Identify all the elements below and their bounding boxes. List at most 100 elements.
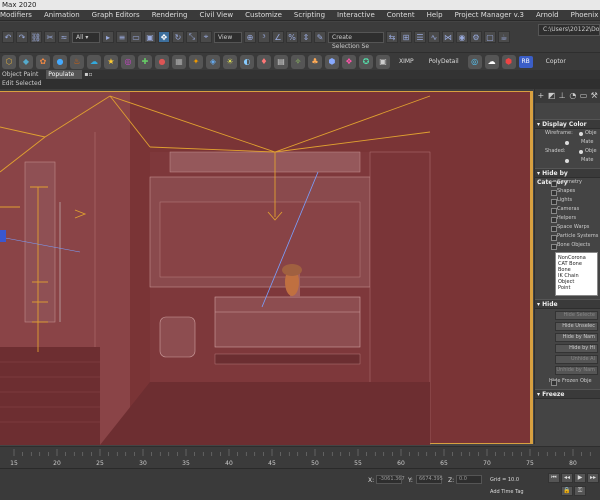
undo-icon[interactable]: ↶ [2, 31, 14, 43]
unhide-by-name-button[interactable]: Unhide by Nam [555, 366, 598, 375]
timeline[interactable]: 15 20 25 30 35 40 45 50 55 60 65 70 75 80 [0, 446, 600, 468]
plugin-icon-11[interactable]: ▦ [172, 54, 186, 69]
tab-object-paint[interactable]: Object Paint [0, 70, 46, 79]
plugin-icon-26[interactable]: ⬢ [501, 54, 516, 69]
category-list-item[interactable]: Point [558, 285, 595, 291]
plugin-icon-18[interactable]: ✧ [291, 54, 305, 69]
plugin-icon-20[interactable]: ⬢ [325, 54, 339, 69]
move-icon[interactable]: ✥ [158, 31, 170, 43]
select-by-name-icon[interactable]: ≡ [116, 31, 128, 43]
display-color-header[interactable]: ▾ Display Color [535, 119, 600, 129]
menu-item-rendering[interactable]: Rendering [148, 10, 196, 21]
next-frame-icon[interactable]: ▸▸ [587, 473, 599, 483]
category-geometry-checkbox[interactable]: Geometry [535, 178, 600, 187]
hide-by-category-header[interactable]: ▾ Hide by Category [535, 168, 600, 186]
plugin-icon-8[interactable]: ◎ [121, 54, 135, 69]
plugin-icon-17[interactable]: ▤ [274, 54, 288, 69]
menu-item-arnold[interactable]: Arnold [532, 10, 567, 21]
freeze-header[interactable]: ▾ Freeze [535, 389, 600, 399]
menu-item-phoenix-fd[interactable]: Phoenix FD [567, 10, 600, 21]
place-icon[interactable]: ⌖ [200, 31, 212, 43]
select-icon[interactable]: ▸ [102, 31, 114, 43]
utilities-tab-icon[interactable]: ⚒ [590, 91, 598, 101]
category-bone-objects-checkbox[interactable]: Bone Objects [535, 241, 600, 250]
plugin-icon-5[interactable]: ♨ [70, 54, 84, 69]
menu-item-scripting[interactable]: Scripting [290, 10, 333, 21]
hide-by-hit-button[interactable]: Hide by Hi [555, 344, 598, 353]
project-path-field[interactable]: C:\Users\20122\Docum [538, 24, 600, 36]
plugin-icon-1[interactable]: ⬡ [2, 54, 16, 69]
plugin-icon-16[interactable]: ♦ [257, 54, 271, 69]
menu-item-customize[interactable]: Customize [241, 10, 290, 21]
selection-set-combo[interactable]: Create Selection Se [328, 31, 384, 50]
plugin-icon-13[interactable]: ◈ [206, 54, 220, 69]
window-crossing-icon[interactable]: ▣ [144, 31, 156, 43]
rb-button[interactable]: RB [518, 55, 533, 68]
lock-icon[interactable]: 🔒 [561, 486, 573, 496]
plugin-icon-4[interactable]: ● [53, 54, 67, 69]
material-editor-icon[interactable]: ◉ [456, 31, 468, 43]
plugin-icon-21[interactable]: ❖ [342, 54, 356, 69]
plugin-icon-9[interactable]: ✚ [138, 54, 152, 69]
category-listbox[interactable]: NonCorona CAT Bone Bone IK Chain Object Poin… [555, 252, 598, 296]
menu-item-civil-view[interactable]: Civil View [195, 10, 241, 21]
key-mode-icon[interactable]: ⚿ [574, 486, 586, 496]
menu-item-content[interactable]: Content [383, 10, 423, 21]
category-helpers-checkbox[interactable]: Helpers [535, 214, 600, 223]
layers-icon[interactable]: ☰ [414, 31, 426, 43]
unhide-all-button[interactable]: Unhide Al [555, 355, 598, 364]
plugin-icon-23[interactable]: ▣ [376, 54, 390, 69]
modify-tab-icon[interactable]: ◩ [548, 91, 556, 101]
tab-populate[interactable]: Populate [46, 70, 83, 79]
hierarchy-tab-icon[interactable]: ⊥ [558, 91, 566, 101]
hide-by-name-button[interactable]: Hide by Nam [555, 333, 598, 342]
mirror-icon[interactable]: ⇆ [386, 31, 398, 43]
plugin-icon-7[interactable]: ★ [104, 54, 118, 69]
menu-item-animation[interactable]: Animation [40, 10, 88, 21]
plugin-icon-25[interactable]: ☁ [484, 54, 499, 69]
add-time-tag[interactable]: Add Time Tag [490, 489, 524, 495]
hide-selected-button[interactable]: Hide Selecte [555, 311, 598, 320]
angle-snap-icon[interactable]: ∠ [272, 31, 284, 43]
category-list-item[interactable]: IK Chain Object [558, 273, 595, 285]
ribbon-toggle-icon[interactable]: ▪▫ [82, 70, 100, 79]
snap-icon[interactable]: ³ [258, 31, 270, 43]
coptor-label[interactable]: Coptor [536, 58, 572, 65]
y-coordinate-field[interactable]: 6674.395 [416, 475, 443, 484]
plugin-icon-19[interactable]: ♣ [308, 54, 322, 69]
unlink-icon[interactable]: ✂ [44, 31, 56, 43]
render-setup-icon[interactable]: ⚙ [470, 31, 482, 43]
redo-icon[interactable]: ↷ [16, 31, 28, 43]
menu-item-project-manager-v-3[interactable]: Project Manager v.3 [451, 10, 532, 21]
auto-key-icon[interactable]: ⏮ [548, 473, 560, 483]
filter-combo[interactable]: All ▾ [72, 31, 100, 43]
plugin-icon-22[interactable]: ✪ [359, 54, 373, 69]
z-coordinate-field[interactable]: 0.0 [456, 475, 482, 484]
schematic-icon[interactable]: ⋈ [442, 31, 454, 43]
x-coordinate-field[interactable]: -3061.367 [376, 475, 405, 484]
plugin-icon-3[interactable]: ✿ [36, 54, 50, 69]
link-icon[interactable]: ⛓ [30, 31, 42, 43]
hide-header[interactable]: ▾ Hide [535, 299, 600, 309]
render-icon[interactable]: ☕ [498, 31, 510, 43]
plugin-icon-24[interactable]: ◎ [467, 54, 482, 69]
wireframe-material-radio[interactable]: Mate [535, 138, 600, 147]
edit-named-sets-icon[interactable]: ✎ [314, 31, 326, 43]
spinner-snap-icon[interactable]: ⇕ [300, 31, 312, 43]
category-particle-systems-checkbox[interactable]: Particle Systems [535, 232, 600, 241]
category-lights-checkbox[interactable]: Lights [535, 196, 600, 205]
plugin-icon-14[interactable]: ☀ [223, 54, 237, 69]
plugin-icon-10[interactable]: ● [155, 54, 169, 69]
plugin-icon-2[interactable]: ◆ [19, 54, 33, 69]
create-tab-icon[interactable]: + [537, 91, 545, 101]
render-frame-icon[interactable]: ▢ [484, 31, 496, 43]
bind-icon[interactable]: ≈ [58, 31, 70, 43]
prev-frame-icon[interactable]: ◂◂ [561, 473, 573, 483]
menu-item-help[interactable]: Help [423, 10, 451, 21]
plugin-icon-6[interactable]: ☁ [87, 54, 101, 69]
perspective-viewport[interactable] [0, 91, 533, 445]
menu-item-modifiers[interactable]: Modifiers [0, 10, 40, 21]
hide-unselected-button[interactable]: Hide Unselec [555, 322, 598, 331]
hide-frozen-checkbox[interactable]: Hide Frozen Obje [535, 377, 600, 386]
rotate-icon[interactable]: ↻ [172, 31, 184, 43]
